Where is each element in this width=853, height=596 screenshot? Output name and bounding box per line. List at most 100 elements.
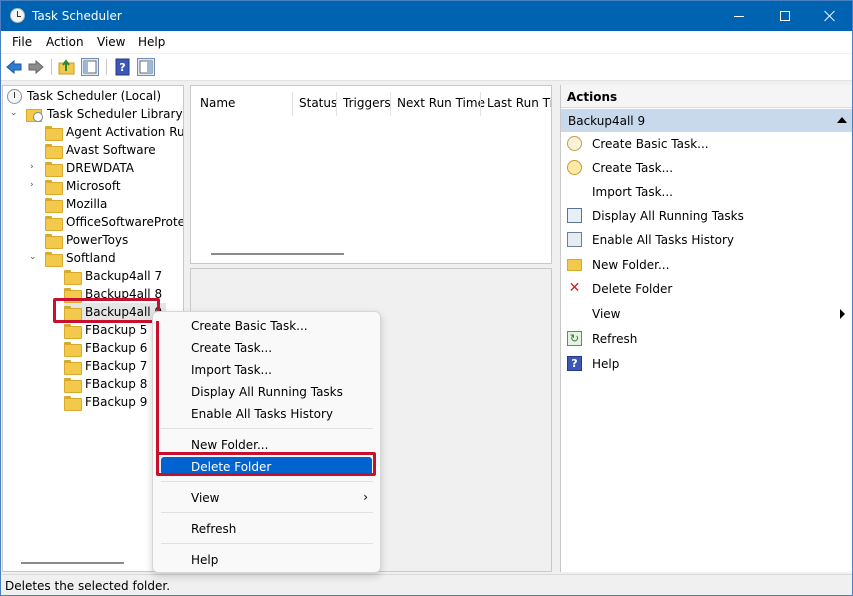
action-enable-all-tasks-history[interactable]: Enable All Tasks History bbox=[561, 230, 852, 250]
context-menu-create-basic-task[interactable]: Create Basic Task... bbox=[153, 314, 382, 336]
task-list-horizontal-scrollbar[interactable] bbox=[211, 253, 344, 255]
maximize-icon bbox=[780, 11, 790, 21]
action-label: Enable All Tasks History bbox=[592, 233, 735, 247]
context-menu-label: Enable All Tasks History bbox=[191, 407, 334, 421]
tree-item-subfolder[interactable]: Backup4all 7 bbox=[64, 267, 162, 285]
context-menu-create-task[interactable]: Create Task... bbox=[153, 336, 382, 358]
toolbar-separator bbox=[106, 59, 107, 75]
forward-button[interactable] bbox=[27, 58, 45, 76]
menu-file[interactable]: File bbox=[12, 35, 32, 49]
tree-item-label: Agent Activation Runt bbox=[66, 125, 184, 139]
action-new-folder[interactable]: New Folder... bbox=[561, 255, 852, 275]
expand-chevron-icon[interactable]: › bbox=[30, 180, 40, 190]
column-separator[interactable] bbox=[292, 92, 293, 116]
column-separator[interactable] bbox=[336, 92, 337, 116]
collapse-chevron-icon[interactable]: ⌄ bbox=[10, 108, 20, 118]
toolbar-separator bbox=[51, 59, 52, 75]
context-menu-label: Refresh bbox=[191, 522, 237, 536]
back-button[interactable] bbox=[5, 58, 23, 76]
action-help[interactable]: ? Help bbox=[561, 354, 852, 374]
context-menu-refresh[interactable]: Refresh bbox=[153, 517, 382, 539]
toolbar: ? bbox=[1, 54, 852, 81]
show-hide-console-tree-button[interactable] bbox=[81, 58, 99, 76]
tree-horizontal-scrollbar[interactable] bbox=[21, 562, 124, 564]
annotation-highlight-selected-folder bbox=[53, 298, 160, 323]
action-create-task[interactable]: Create Task... bbox=[561, 158, 852, 178]
folder-icon bbox=[64, 359, 82, 375]
context-menu: Create Basic Task... Create Task... Impo… bbox=[152, 311, 381, 573]
context-menu-enable-all-tasks-history[interactable]: Enable All Tasks History bbox=[153, 402, 382, 424]
folder-icon bbox=[64, 377, 82, 393]
folder-icon bbox=[64, 269, 82, 285]
tree-item-folder[interactable]: PowerToys bbox=[45, 231, 128, 249]
tasks-history-icon bbox=[567, 232, 582, 247]
close-button[interactable] bbox=[807, 1, 852, 31]
tree-item-subfolder[interactable]: FBackup 6 bbox=[64, 339, 147, 357]
minimize-button[interactable] bbox=[716, 1, 762, 31]
column-header-status[interactable]: Status bbox=[299, 96, 337, 110]
action-label: Display All Running Tasks bbox=[592, 209, 744, 223]
context-menu-display-all-running-tasks[interactable]: Display All Running Tasks bbox=[153, 380, 382, 402]
submenu-chevron-icon: › bbox=[363, 490, 368, 504]
tree-item-subfolder[interactable]: FBackup 8 bbox=[64, 375, 147, 393]
action-display-all-running-tasks[interactable]: Display All Running Tasks bbox=[561, 206, 852, 226]
show-hide-action-pane-button[interactable] bbox=[137, 58, 155, 76]
action-pane-icon bbox=[139, 60, 153, 74]
expand-chevron-icon[interactable]: › bbox=[30, 162, 40, 172]
actions-section-backup4all-9[interactable]: Backup4all 9 bbox=[561, 109, 852, 132]
column-header-triggers[interactable]: Triggers bbox=[343, 96, 391, 110]
tree-item-folder-softland[interactable]: Softland bbox=[45, 249, 116, 267]
action-import-task[interactable]: Import Task... bbox=[561, 182, 852, 202]
context-menu-label: Create Task... bbox=[191, 341, 273, 355]
context-menu-separator bbox=[161, 543, 373, 544]
action-delete-folder[interactable]: ✕ Delete Folder bbox=[561, 279, 852, 299]
tree-root-task-scheduler-local[interactable]: Task Scheduler (Local) bbox=[7, 87, 161, 105]
tree-item-label: FBackup 9 bbox=[85, 395, 148, 409]
svg-text:?: ? bbox=[119, 61, 125, 74]
context-menu-label: Help bbox=[191, 553, 219, 567]
menu-help[interactable]: Help bbox=[138, 35, 165, 49]
column-header-last-run-time[interactable]: Last Run Tir bbox=[487, 96, 551, 110]
tree-item-subfolder[interactable]: FBackup 7 bbox=[64, 357, 147, 375]
tree-item-label: OfficeSoftwareProtect bbox=[66, 215, 184, 229]
collapse-triangle-icon bbox=[837, 117, 847, 123]
action-refresh[interactable]: ↻ Refresh bbox=[561, 329, 852, 349]
maximize-button[interactable] bbox=[762, 1, 808, 31]
context-menu-help[interactable]: Help bbox=[153, 548, 382, 570]
menu-view[interactable]: View bbox=[97, 35, 125, 49]
folder-icon bbox=[45, 233, 63, 249]
tree-item-task-scheduler-library[interactable]: Task Scheduler Library bbox=[26, 105, 183, 123]
column-header-name[interactable]: Name bbox=[200, 96, 235, 110]
tree-item-folder[interactable]: Avast Software bbox=[45, 141, 156, 159]
tree-root-label: Task Scheduler (Local) bbox=[27, 89, 162, 103]
folder-icon bbox=[45, 215, 63, 231]
help-icon: ? bbox=[567, 356, 582, 371]
column-header-next-run-time[interactable]: Next Run Time bbox=[397, 96, 485, 110]
context-menu-label: Create Basic Task... bbox=[191, 319, 308, 333]
column-separator[interactable] bbox=[480, 92, 481, 116]
menu-action[interactable]: Action bbox=[46, 35, 84, 49]
tree-item-folder[interactable]: Microsoft bbox=[45, 177, 121, 195]
up-folder-button[interactable] bbox=[58, 58, 76, 76]
folder-icon bbox=[45, 143, 63, 159]
action-create-basic-task[interactable]: Create Basic Task... bbox=[561, 134, 852, 154]
tree-item-folder[interactable]: DREWDATA bbox=[45, 159, 134, 177]
task-scheduler-window: Task Scheduler File Action View Help ? T… bbox=[0, 0, 853, 596]
help-button[interactable]: ? bbox=[114, 58, 132, 76]
actions-header: Actions bbox=[561, 85, 852, 108]
tree-item-subfolder[interactable]: FBackup 9 bbox=[64, 393, 147, 411]
tree-item-folder[interactable]: Agent Activation Runt bbox=[45, 123, 184, 141]
tree-item-folder[interactable]: OfficeSoftwareProtect bbox=[45, 213, 184, 231]
tree-item-label: Avast Software bbox=[66, 143, 156, 157]
action-view[interactable]: View bbox=[561, 304, 852, 324]
collapse-chevron-icon[interactable]: ⌄ bbox=[29, 252, 39, 262]
column-separator[interactable] bbox=[390, 92, 391, 116]
context-menu-separator bbox=[161, 481, 373, 482]
context-menu-view[interactable]: View › bbox=[153, 486, 382, 508]
folder-icon bbox=[45, 197, 63, 213]
context-menu-import-task[interactable]: Import Task... bbox=[153, 358, 382, 380]
context-menu-label: View bbox=[191, 491, 220, 505]
tree-item-folder[interactable]: Mozilla bbox=[45, 195, 107, 213]
tree-item-subfolder[interactable]: FBackup 5 bbox=[64, 321, 147, 339]
action-label: Help bbox=[592, 357, 620, 371]
